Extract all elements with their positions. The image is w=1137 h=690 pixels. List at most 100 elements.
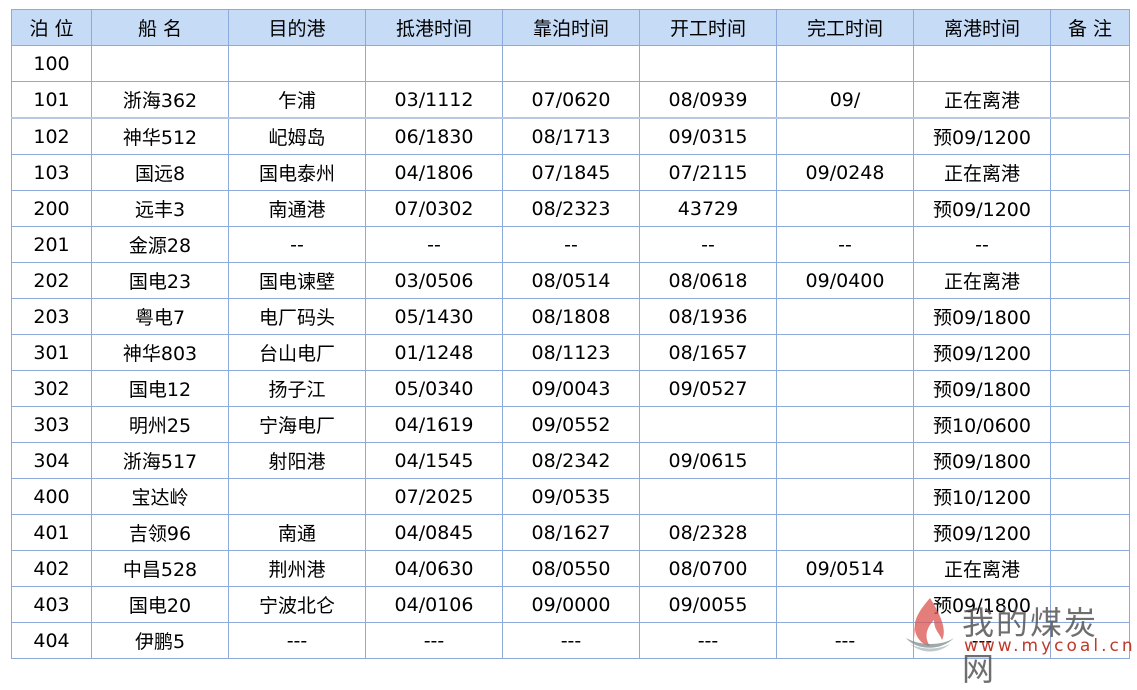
table-row: 401 吉领96 南通 04/0845 08/1627 08/2328 预09/1200 [11,514,1130,551]
cell-destination: 荆州港 [228,550,366,587]
cell-berthing-time: 09/0552 [502,406,640,443]
header-departure-time: 离港时间 [913,9,1051,46]
cell-finish-time [776,190,914,227]
cell-finish-time [776,406,914,443]
header-ship-name: 船 名 [91,9,229,46]
cell-departure-time: 正在离港 [913,550,1051,587]
cell-berthing-time: 08/1713 [502,117,640,155]
cell-finish-time: 09/0400 [776,262,914,299]
cell-destination: --- [228,622,366,659]
cell-ship-name: 浙海362 [91,81,229,119]
cell-destination: 电厂码头 [228,298,366,335]
cell-arrival-time: 05/0340 [365,370,503,407]
cell-berth: 402 [11,550,92,587]
cell-departure-time: 预09/1800 [913,370,1051,407]
cell-destination [228,478,366,515]
cell-berthing-time: 08/1123 [502,334,640,371]
cell-ship-name: 远丰3 [91,190,229,227]
cell-ship-name: 国电20 [91,586,229,623]
cell-remarks [1050,478,1130,515]
header-row: 泊 位 船 名 目的港 抵港时间 靠泊时间 开工时间 完工时间 离港时间 备 注 [11,9,1130,46]
cell-start-time [639,406,777,443]
cell-arrival-time: 04/1619 [365,406,503,443]
cell-departure-time: 预10/0600 [913,406,1051,443]
cell-arrival-time: 04/0630 [365,550,503,587]
table-row: 301 神华803 台山电厂 01/1248 08/1123 08/1657 预09/120… [11,334,1130,371]
cell-arrival-time: 04/1806 [365,154,503,191]
cell-berthing-time: 09/0000 [502,586,640,623]
cell-departure-time: --- [913,622,1051,659]
table-row: 102 神华512 屺姆岛 06/1830 08/1713 09/0315 预09/1200 [11,117,1130,155]
cell-berth: 200 [11,190,92,227]
table-row: 400 宝达岭 07/2025 09/0535 预10/1200 [11,478,1130,515]
header-finish-time: 完工时间 [776,9,914,46]
cell-finish-time: 09/0514 [776,550,914,587]
cell-finish-time [776,442,914,479]
cell-remarks [1050,154,1130,191]
cell-berth: 400 [11,478,92,515]
cell-berth: 403 [11,586,92,623]
cell-berth: 103 [11,154,92,191]
cell-start-time: -- [639,226,777,263]
cell-start-time: 08/2328 [639,514,777,551]
cell-start-time: 09/0527 [639,370,777,407]
cell-ship-name: 浙海517 [91,442,229,479]
cell-berth: 401 [11,514,92,551]
table-row: 101 浙海362 乍浦 03/1112 07/0620 08/0939 09/正在离港 [11,81,1130,119]
cell-destination: 宁海电厂 [228,406,366,443]
cell-remarks [1050,406,1130,443]
cell-start-time [639,45,777,82]
cell-berthing-time: 09/0043 [502,370,640,407]
cell-remarks [1050,370,1130,407]
cell-berthing-time: -- [502,226,640,263]
cell-remarks [1050,298,1130,335]
cell-arrival-time: -- [365,226,503,263]
cell-finish-time: --- [776,622,914,659]
cell-arrival-time: 03/1112 [365,81,503,119]
cell-destination: 屺姆岛 [228,117,366,155]
cell-ship-name [91,45,229,82]
cell-start-time: 08/1657 [639,334,777,371]
cell-remarks [1050,117,1130,155]
cell-start-time: 09/0055 [639,586,777,623]
cell-remarks [1050,622,1130,659]
table-row: 201 金源28 -- -- -- -- -- -- [11,226,1130,263]
table-row: 202 国电23 国电谏壁 03/0506 08/0514 08/0618 09/0400 正… [11,262,1130,299]
cell-start-time: 09/0315 [639,117,777,155]
cell-ship-name: 吉领96 [91,514,229,551]
cell-destination: 台山电厂 [228,334,366,371]
cell-finish-time [776,298,914,335]
table-row: 304 浙海517 射阳港 04/1545 08/2342 09/0615 预09/1800 [11,442,1130,479]
cell-arrival-time: 07/0302 [365,190,503,227]
cell-ship-name: 伊鹏5 [91,622,229,659]
cell-berthing-time: 08/2342 [502,442,640,479]
cell-destination: 国电谏壁 [228,262,366,299]
cell-departure-time: 预09/1800 [913,298,1051,335]
cell-finish-time: 09/ [776,81,914,119]
cell-finish-time [776,45,914,82]
header-destination: 目的港 [228,9,366,46]
cell-destination: 宁波北仑 [228,586,366,623]
cell-arrival-time: 07/2025 [365,478,503,515]
cell-remarks [1050,550,1130,587]
cell-start-time: --- [639,622,777,659]
cell-destination: 射阳港 [228,442,366,479]
cell-departure-time: 正在离港 [913,81,1051,119]
cell-arrival-time: 01/1248 [365,334,503,371]
cell-departure-time: -- [913,226,1051,263]
cell-destination [228,45,366,82]
cell-berth: 102 [11,117,92,155]
table-row: 203 粤电7 电厂码头 05/1430 08/1808 08/1936 预09/1800 [11,298,1130,335]
cell-berthing-time: 08/0514 [502,262,640,299]
cell-berthing-time: 08/1808 [502,298,640,335]
cell-departure-time: 正在离港 [913,154,1051,191]
cell-ship-name: 国电23 [91,262,229,299]
cell-berth: 100 [11,45,92,82]
cell-start-time: 08/1936 [639,298,777,335]
cell-destination: 南通 [228,514,366,551]
cell-berthing-time [502,45,640,82]
cell-berth: 304 [11,442,92,479]
table-row: 103 国远8 国电泰州 04/1806 07/1845 07/2115 09/0248 正在… [11,154,1130,191]
cell-finish-time [776,117,914,155]
cell-finish-time [776,478,914,515]
